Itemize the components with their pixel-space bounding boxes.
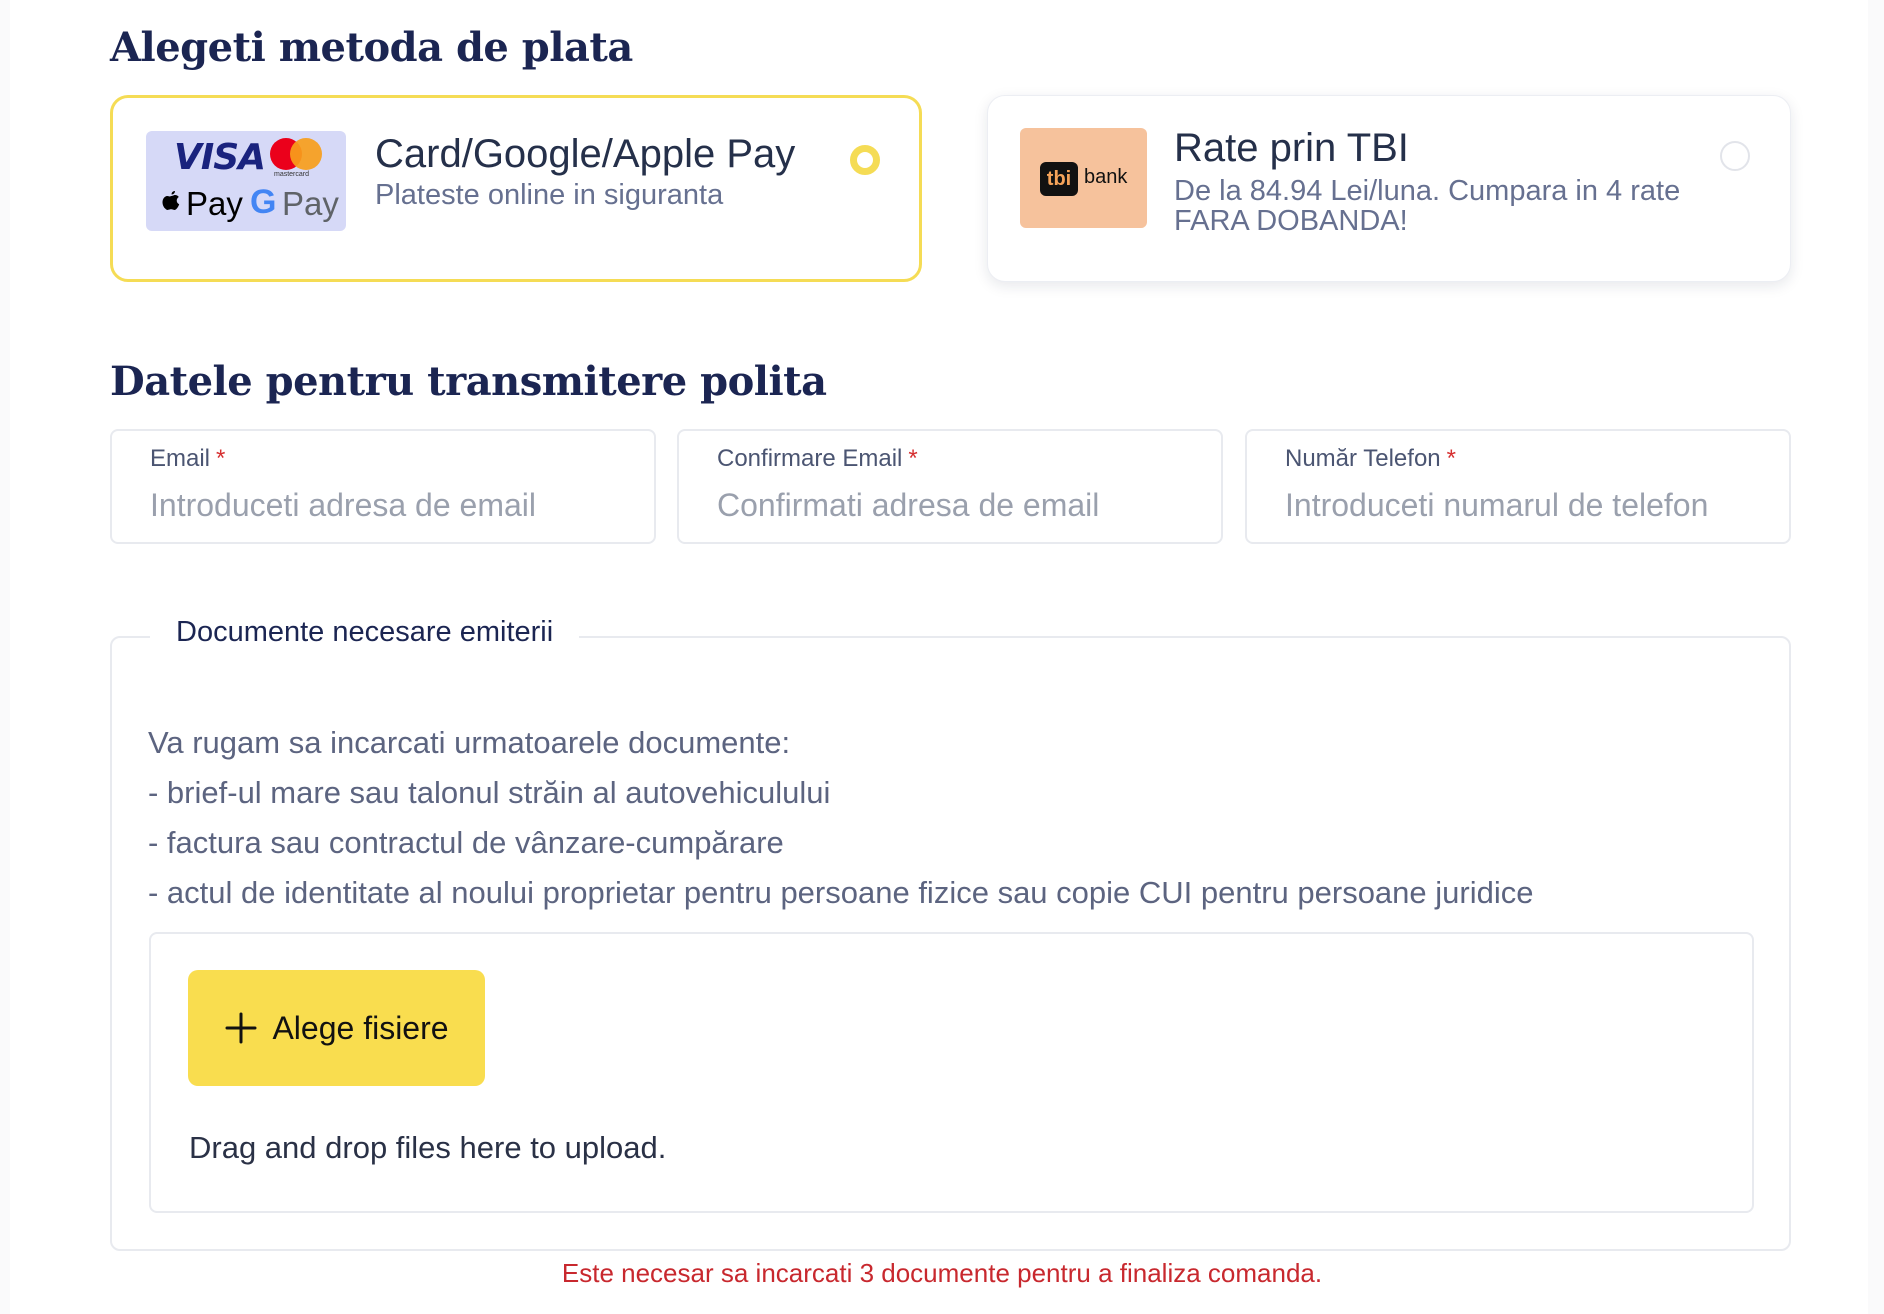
visa-logo: VISA: [174, 137, 266, 178]
email-input[interactable]: [150, 483, 620, 527]
documents-instructions: Va rugam sa incarcati urmatoarele docume…: [148, 718, 1533, 918]
email-field[interactable]: Email *: [110, 429, 656, 544]
payment-option-title: Card/Google/Apple Pay: [375, 132, 796, 176]
documents-legend: Documente necesare emiterii: [150, 616, 580, 649]
apple-pay-label: Pay: [186, 185, 243, 222]
google-pay-label: Pay: [282, 185, 339, 222]
instruction-line: - actul de identitate al noului propriet…: [148, 875, 1534, 910]
email-label-text: Email: [150, 445, 211, 472]
choose-files-button[interactable]: Alege fisiere: [188, 970, 485, 1086]
payment-option-card[interactable]: VISA mastercard Pay G Pay Card/Google/Ap…: [110, 95, 922, 282]
payment-card-radio[interactable]: [850, 145, 880, 175]
payment-option-subtitle-2: FARA DOBANDA!: [1174, 205, 1408, 237]
confirm-email-label-text: Confirmare Email: [717, 445, 903, 472]
plus-icon: [225, 1012, 257, 1044]
bank-wordmark: bank: [1084, 166, 1128, 188]
file-dropzone[interactable]: Alege fisiere Drag and drop files here t…: [149, 932, 1754, 1213]
payment-option-subtitle: Plateste online in siguranta: [375, 179, 724, 211]
required-mark: *: [908, 445, 918, 472]
payment-option-title: Rate prin TBI: [1174, 126, 1409, 170]
card-wallets-logo: VISA mastercard Pay G Pay: [146, 131, 346, 231]
checkout-panel: Alegeti metoda de plata VISA mastercard …: [10, 0, 1868, 1314]
drop-hint: Drag and drop files here to upload.: [189, 1130, 667, 1165]
phone-input[interactable]: [1285, 483, 1755, 527]
choose-files-label: Alege fisiere: [272, 1009, 449, 1046]
payment-option-subtitle: De la 84.94 Lei/luna. Cumpara in 4 rate: [1174, 175, 1681, 207]
phone-field[interactable]: Număr Telefon *: [1245, 429, 1791, 544]
instruction-line: Va rugam sa incarcati urmatoarele docume…: [148, 725, 791, 760]
required-mark: *: [216, 445, 226, 472]
phone-label: Număr Telefon *: [1285, 445, 1456, 473]
instruction-line: - brief-ul mare sau talonul străin al au…: [148, 775, 831, 810]
payment-option-tbi[interactable]: tbi bank Rate prin TBI De la 84.94 Lei/l…: [987, 95, 1791, 282]
contact-section-title: Datele pentru transmitere polita: [110, 358, 827, 405]
google-g-icon: G: [250, 183, 277, 221]
upload-error-message: Este necesar sa incarcati 3 documente pe…: [561, 1258, 1323, 1288]
required-mark: *: [1446, 445, 1456, 472]
email-label: Email *: [150, 445, 225, 473]
payment-section-title: Alegeti metoda de plata: [110, 24, 633, 71]
payment-tbi-radio[interactable]: [1720, 141, 1750, 171]
apple-icon: [162, 191, 180, 210]
confirm-email-field[interactable]: Confirmare Email *: [677, 429, 1223, 544]
instruction-line: - factura sau contractul de vânzare-cump…: [148, 825, 784, 860]
phone-label-text: Număr Telefon: [1285, 445, 1441, 472]
tbi-badge: tbi: [1040, 162, 1078, 196]
mastercard-icon: [270, 138, 322, 170]
confirm-email-input[interactable]: [717, 483, 1187, 527]
confirm-email-label: Confirmare Email *: [717, 445, 918, 473]
documents-fieldset: Documente necesare emiterii Va rugam sa …: [110, 616, 1791, 1251]
mastercard-wordmark: mastercard: [274, 171, 310, 178]
tbi-bank-logo: tbi bank: [1020, 128, 1147, 228]
